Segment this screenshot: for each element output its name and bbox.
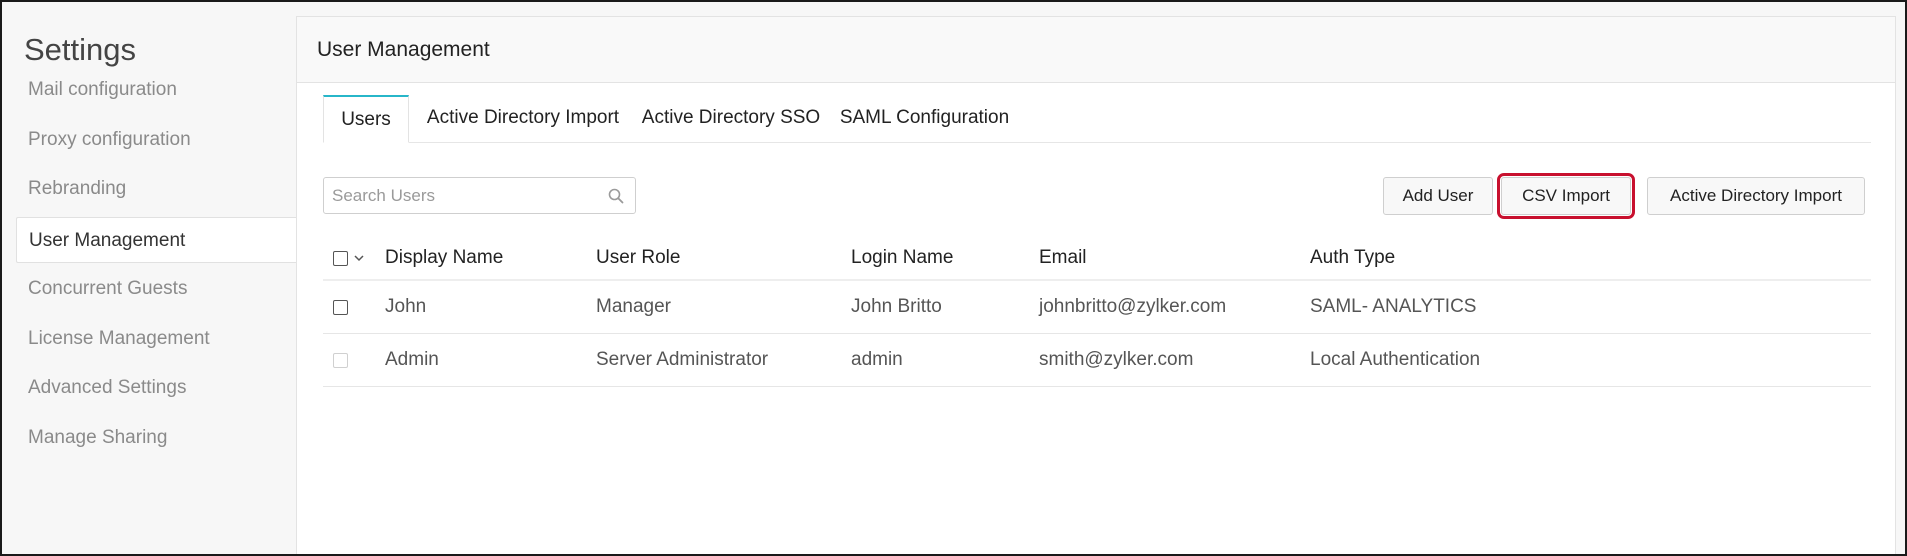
table-header-row: Display Name User Role Login Name Email … [323,237,1871,281]
app-window: Settings Mail configuration Proxy config… [0,0,1907,556]
cell-auth-type: Local Authentication [1310,349,1481,370]
tab-active-directory-sso[interactable]: Active Directory SSO [641,95,821,143]
main-panel: User Management Users Active Directory I… [296,16,1896,554]
table-row[interactable]: John Manager John Britto johnbritto@zylk… [323,281,1871,334]
row-checkbox[interactable] [333,299,348,315]
sidebar-item-rebranding[interactable]: Rebranding [16,166,298,212]
sidebar-item-advanced-settings[interactable]: Advanced Settings [16,365,298,411]
cell-auth-type: SAML- ANALYTICS [1310,296,1477,317]
row-select-cell [333,334,348,386]
select-all-cell [333,237,365,279]
search-icon[interactable] [607,187,625,205]
row-checkbox-disabled [333,352,348,368]
tab-saml-configuration[interactable]: SAML Configuration [837,95,1012,143]
sidebar-title: Settings [24,32,137,67]
users-table: Display Name User Role Login Name Email … [323,237,1871,387]
sidebar-item-concurrent-guests[interactable]: Concurrent Guests [16,266,298,312]
cell-email: smith@zylker.com [1039,349,1194,370]
active-directory-import-button[interactable]: Active Directory Import [1647,177,1865,215]
add-user-button[interactable]: Add User [1383,177,1493,215]
column-header-display-name[interactable]: Display Name [385,237,503,279]
search-box [323,177,636,214]
sidebar-item-license-management[interactable]: License Management [16,316,298,362]
row-select-cell [333,281,348,333]
sidebar-item-manage-sharing[interactable]: Manage Sharing [16,415,298,461]
column-header-auth-type[interactable]: Auth Type [1310,237,1395,279]
main-header: User Management [297,17,1895,83]
cell-email: johnbritto@zylker.com [1039,296,1227,317]
column-header-email[interactable]: Email [1039,237,1087,279]
tab-users[interactable]: Users [323,95,409,143]
table-row[interactable]: Admin Server Administrator admin smith@z… [323,334,1871,387]
sidebar-item-user-management[interactable]: User Management [16,217,298,263]
cell-display-name: John [385,296,427,317]
sidebar-item-mail-configuration[interactable]: Mail configuration [16,67,298,113]
page-title: User Management [317,38,490,61]
sidebar-item-proxy-configuration[interactable]: Proxy configuration [16,117,298,163]
select-all-checkbox[interactable] [333,250,348,266]
chevron-down-icon[interactable] [353,252,365,264]
search-input[interactable] [332,182,602,209]
column-header-login-name[interactable]: Login Name [851,237,953,279]
settings-sidebar: Settings Mail configuration Proxy config… [4,4,298,554]
column-header-user-role[interactable]: User Role [596,237,680,279]
cell-user-role: Manager [596,296,671,317]
cell-display-name: Admin [385,349,439,370]
cell-login-name: John Britto [851,296,942,317]
tab-bar: Users Active Directory Import Active Dir… [323,95,1871,143]
csv-import-button[interactable]: CSV Import [1497,173,1635,219]
cell-login-name: admin [851,349,903,370]
tab-active-directory-import[interactable]: Active Directory Import [423,95,623,143]
cell-user-role: Server Administrator [596,349,769,370]
